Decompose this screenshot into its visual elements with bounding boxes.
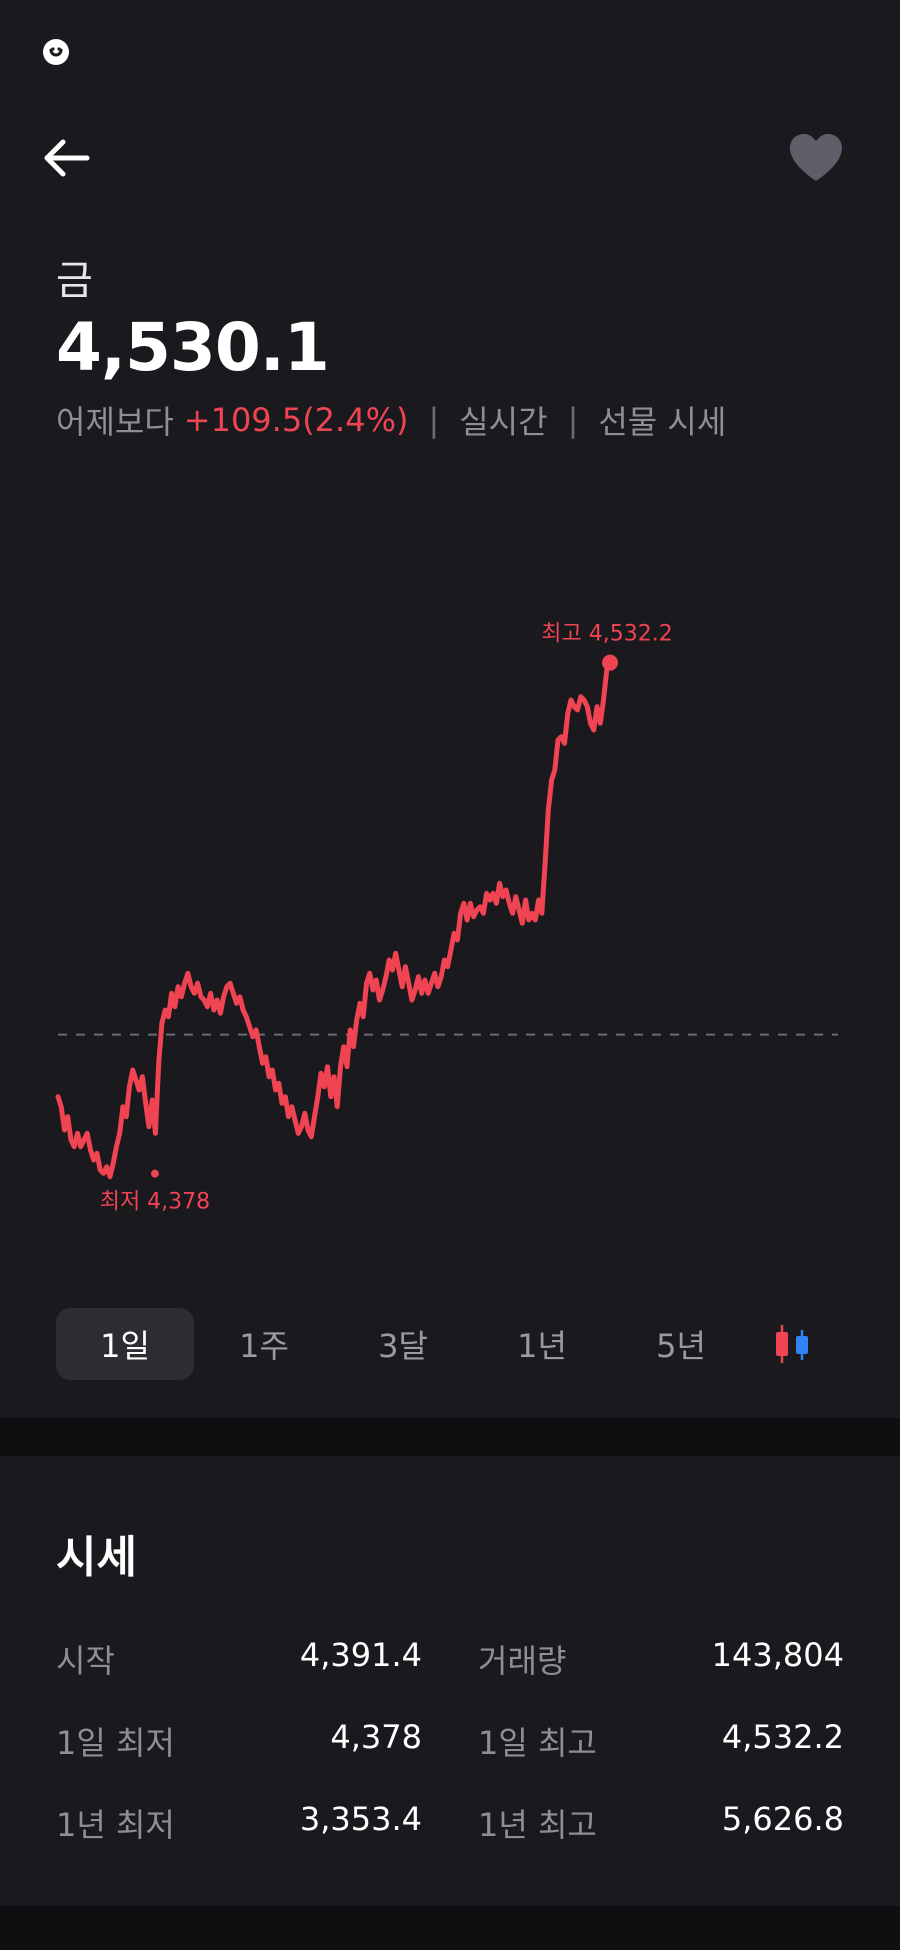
tab-3-months[interactable]: 3달 [334,1308,472,1380]
stat-label: 1년 최저 [56,1806,175,1844]
quote-stats-section: 시세 시작 4,391.4 거래량 143,804 1일 최저 4,378 1일… [0,1456,900,1906]
stat-label: 1년 최고 [478,1806,597,1844]
stat-value: 4,378 [330,1718,422,1756]
candlestick-toggle-button[interactable] [762,1316,822,1372]
low-annotation-label: 최저 4,378 [100,1190,210,1215]
separator: | [428,401,440,439]
price-change: +109.5(2.4%) [183,401,409,439]
tab-1-year[interactable]: 1년 [473,1308,611,1380]
tab-1-week[interactable]: 1주 [195,1308,333,1380]
stat-value: 143,804 [711,1636,844,1674]
stat-row: 1년 최저 3,353.4 1년 최고 5,626.8 [56,1800,844,1850]
stat-label: 1일 최고 [478,1724,597,1762]
tab-5-years[interactable]: 5년 [612,1308,750,1380]
stat-value: 5,626.8 [721,1800,844,1838]
price-mode: 실시간 [459,403,548,441]
header [0,110,900,190]
asset-price: 4,530.1 [56,309,330,386]
stat-label: 1일 최저 [56,1724,175,1762]
stat-value: 4,391.4 [299,1636,422,1674]
asset-name: 금 [56,258,94,304]
heart-icon [790,134,842,181]
separator: | [567,401,579,439]
range-tabs: 1일 1주 3달 1년 5년 [56,1308,856,1382]
stat-value: 3,353.4 [299,1800,422,1838]
high-point-marker [602,654,618,671]
stat-value: 4,532.2 [721,1718,844,1756]
section-title: 시세 [56,1532,137,1583]
stat-row: 시작 4,391.4 거래량 143,804 [56,1636,844,1686]
stat-label: 거래량 [478,1642,567,1680]
back-button[interactable] [36,128,96,188]
tab-1-day[interactable]: 1일 [56,1308,194,1380]
price-chart-svg: 최고 4,532.2 최저 4,378 [55,622,838,1215]
compare-label: 어제보다 [56,403,174,441]
status-notification-icon [42,38,70,66]
arrow-left-icon [44,139,90,177]
screen: 금 4,530.1 어제보다 +109.5(2.4%) | 실시간 | 선물 시… [0,0,900,1950]
price-source: 선물 시세 [598,403,727,441]
price-line [55,660,613,1180]
section-divider [0,1418,900,1456]
bottom-divider [0,1906,900,1950]
low-point-marker [150,1169,159,1178]
high-annotation-label: 최고 4,532.2 [541,622,672,647]
stat-label: 시작 [56,1642,115,1680]
stat-row: 1일 최저 4,378 1일 최고 4,532.2 [56,1718,844,1768]
favorite-button[interactable] [782,124,850,192]
price-subline: 어제보다 +109.5(2.4%) | 실시간 | 선물 시세 [56,397,726,443]
candlestick-icon [776,1325,808,1363]
price-chart[interactable]: 최고 4,532.2 최저 4,378 [0,600,900,1260]
